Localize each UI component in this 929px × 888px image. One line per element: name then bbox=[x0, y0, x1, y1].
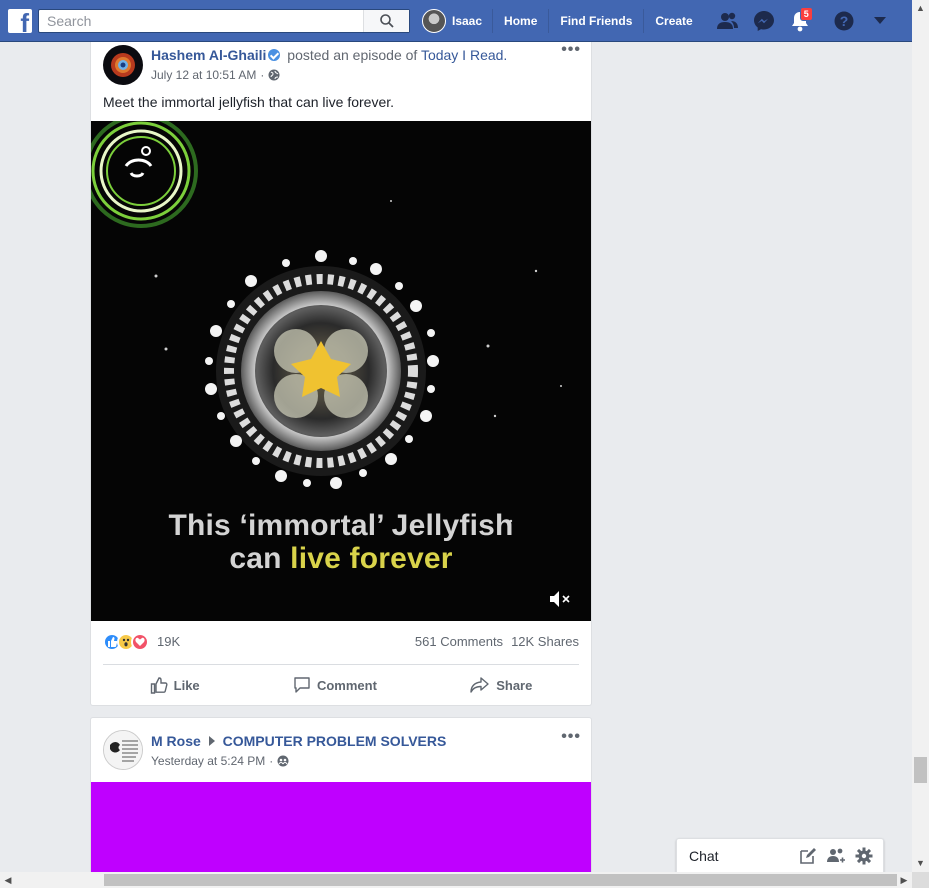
comment-icon bbox=[294, 677, 310, 693]
video-caption-line-2: can live forever bbox=[91, 542, 591, 576]
mute-button[interactable] bbox=[549, 589, 573, 609]
page-link[interactable]: Today I Read. bbox=[421, 47, 507, 63]
share-label: Share bbox=[496, 677, 533, 693]
top-navigation-bar: f Isaac Home Find Friends Create 5 ? bbox=[0, 0, 912, 42]
top-nav: Isaac Home Find Friends Create 5 ? bbox=[416, 0, 898, 42]
author-avatar[interactable] bbox=[103, 730, 143, 770]
feed-post: Hashem Al-Ghaili posted an episode of To… bbox=[90, 42, 592, 706]
friend-requests-button[interactable] bbox=[710, 6, 746, 36]
post-header: Hashem Al-Ghaili posted an episode of To… bbox=[91, 42, 591, 122]
new-message-icon[interactable] bbox=[799, 847, 817, 865]
search-box bbox=[38, 9, 410, 33]
reactions-summary[interactable] bbox=[103, 633, 149, 651]
profile-name: Isaac bbox=[452, 14, 483, 28]
new-group-icon[interactable] bbox=[827, 847, 845, 865]
scrollbar-corner bbox=[912, 872, 929, 888]
post-image[interactable] bbox=[91, 782, 591, 876]
post-meta: July 12 at 10:51 AM · bbox=[151, 68, 280, 82]
post-text: Meet the immortal jellyfish that can liv… bbox=[103, 94, 395, 110]
love-reaction-icon bbox=[131, 633, 149, 651]
comments-count-link[interactable]: 561 Comments bbox=[415, 633, 503, 651]
meta-separator: · bbox=[269, 754, 274, 768]
author-avatar[interactable] bbox=[103, 45, 143, 85]
vertical-scroll-thumb[interactable] bbox=[914, 757, 927, 783]
post-timestamp-link[interactable]: July 12 at 10:51 AM bbox=[151, 68, 256, 82]
post-options-button[interactable]: ••• bbox=[561, 42, 581, 58]
scroll-up-arrow-icon[interactable]: ▲ bbox=[912, 0, 929, 17]
video-caption-line-2a: can bbox=[229, 542, 291, 575]
post-action-text: posted an episode of bbox=[287, 47, 418, 63]
author-name-link[interactable]: M Rose bbox=[151, 733, 201, 749]
speaker-muted-icon bbox=[550, 591, 570, 607]
video-caption-line-1: This ‘immortal’ Jellyfish bbox=[168, 509, 514, 542]
post-options-button[interactable]: ••• bbox=[561, 729, 581, 745]
channel-logo-icon bbox=[91, 121, 198, 228]
messenger-icon bbox=[753, 11, 774, 31]
group-audience-icon[interactable] bbox=[277, 755, 289, 767]
search-button[interactable] bbox=[363, 10, 409, 32]
comment-label: Comment bbox=[316, 677, 377, 693]
video-caption-highlight: live forever bbox=[290, 542, 453, 575]
post-actions: Like Comment Share bbox=[103, 670, 579, 700]
account-menu-button[interactable] bbox=[862, 6, 898, 36]
shares-count-link[interactable]: 12K Shares bbox=[511, 633, 579, 651]
help-button[interactable]: ? bbox=[826, 6, 862, 36]
nav-find-friends-link[interactable]: Find Friends bbox=[548, 9, 643, 33]
thumbs-up-icon bbox=[150, 677, 168, 694]
caret-down-icon bbox=[873, 17, 886, 24]
svg-text:?: ? bbox=[839, 13, 848, 29]
profile-link[interactable]: Isaac bbox=[416, 9, 492, 33]
search-icon bbox=[379, 14, 394, 28]
scroll-down-arrow-icon[interactable]: ▼ bbox=[912, 855, 929, 872]
post-meta: Yesterday at 5:24 PM · bbox=[151, 754, 289, 768]
nav-icon-group: 5 ? bbox=[710, 6, 898, 36]
horizontal-scroll-thumb[interactable] bbox=[104, 874, 897, 886]
caret-right-icon bbox=[208, 736, 215, 746]
vertical-scrollbar[interactable]: ▲ ▼ bbox=[912, 0, 929, 872]
facebook-logo-icon[interactable]: f bbox=[8, 9, 32, 36]
notifications-button[interactable]: 5 bbox=[782, 6, 818, 36]
group-link[interactable]: COMPUTER PROBLEM SOLVERS bbox=[223, 733, 447, 749]
post-timestamp-link[interactable]: Yesterday at 5:24 PM bbox=[151, 754, 265, 768]
meta-separator: · bbox=[260, 68, 265, 82]
share-button[interactable]: Share bbox=[460, 676, 542, 694]
scroll-left-arrow-icon[interactable]: ◀ bbox=[0, 872, 16, 888]
chat-icons bbox=[799, 847, 873, 865]
like-button[interactable]: Like bbox=[140, 676, 210, 694]
feed-post: M Rose COMPUTER PROBLEM SOLVERS Yesterda… bbox=[90, 717, 592, 877]
nav-create-link[interactable]: Create bbox=[643, 9, 703, 33]
messenger-button[interactable] bbox=[746, 6, 782, 36]
horizontal-scrollbar[interactable]: ◀ ▶ bbox=[0, 872, 912, 888]
avatar bbox=[422, 9, 446, 33]
verified-badge-icon bbox=[268, 49, 281, 61]
friends-icon bbox=[716, 12, 738, 29]
nav-home-link[interactable]: Home bbox=[492, 9, 548, 33]
chat-bar[interactable]: Chat bbox=[676, 838, 884, 872]
notification-badge: 5 bbox=[799, 7, 813, 21]
gear-icon[interactable] bbox=[855, 847, 873, 865]
like-label: Like bbox=[173, 677, 200, 693]
share-icon bbox=[470, 677, 489, 693]
comment-button[interactable]: Comment bbox=[283, 676, 387, 694]
scroll-right-arrow-icon[interactable]: ▶ bbox=[896, 872, 912, 888]
help-icon: ? bbox=[834, 11, 854, 31]
post-stats: 19K 561 Comments 12K Shares bbox=[103, 633, 579, 665]
search-input[interactable] bbox=[39, 10, 363, 32]
author-name-link[interactable]: Hashem Al-Ghaili bbox=[151, 47, 266, 63]
globe-icon[interactable] bbox=[268, 69, 280, 81]
post-author-line: M Rose COMPUTER PROBLEM SOLVERS bbox=[151, 733, 446, 749]
jellyfish-image bbox=[205, 250, 439, 489]
reactions-count[interactable]: 19K bbox=[157, 633, 180, 651]
post-author-line: Hashem Al-Ghaili posted an episode of To… bbox=[151, 47, 507, 63]
chat-label: Chat bbox=[689, 847, 719, 864]
video-player[interactable]: This ‘immortal’ Jellyfish can live forev… bbox=[91, 121, 591, 621]
